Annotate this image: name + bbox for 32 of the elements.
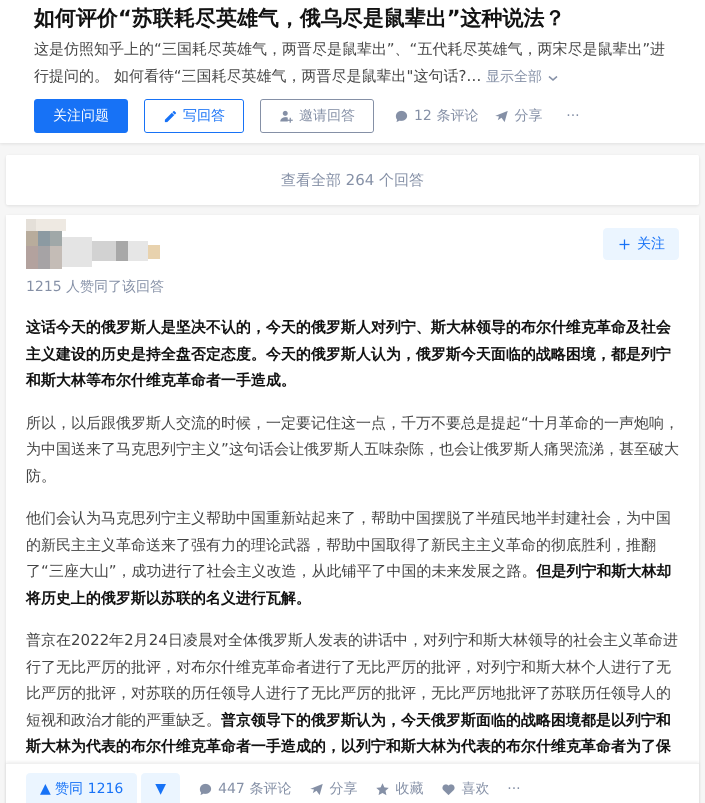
- comments-button[interactable]: 447 条评论: [198, 779, 292, 800]
- more-button[interactable]: ···: [507, 779, 521, 800]
- question-excerpt: 这是仿照知乎上的“三国耗尽英雄气，两晋尽是鼠辈出”、“五代耗尽英雄气，两宋尽是鼠辈出”进行提问的。 如何看待“三国耗尽英雄气，两晋尽是鼠辈出"这句话?… 显示全部: [34, 36, 679, 91]
- more-button[interactable]: ···: [566, 106, 580, 126]
- answer-paragraph: 普京在2022年2月24日凌晨对全体俄罗斯人发表的讲话中，对列宁和斯大林领导的社会主义革命进行了无比严厉的批评，对布尔什维克革命者进行了无比严厉的批评，对列宁和斯大林个人进行了无比严厉的批评，对苏联的历任领导人进行了无比严厉的批评，无比严厉地批评了苏联历任领导人的短视和政治才能的严重缺乏。普京领导下的俄罗斯认为，今天俄罗斯面临的战略困境都是以列宁和斯大林为代表的布尔什维克革命者一手造成的，以列宁和斯大林为代表的布尔什维克革命者为了保: [26, 630, 679, 757]
- share-icon: [494, 108, 510, 124]
- show-all-link[interactable]: 显示全部: [486, 64, 560, 91]
- share-icon: [309, 782, 324, 797]
- question-title: 如何评价“苏联耗尽英雄气，俄乌尽是鼠辈出”这种说法？: [34, 5, 567, 32]
- upvote-note: 1215 人赞同了该回答: [26, 278, 166, 297]
- view-all-answers-button[interactable]: 查看全部 264 个回答: [6, 155, 699, 205]
- share-button[interactable]: 分享: [494, 106, 542, 126]
- upvote-button[interactable]: ▲ 赞同 1216: [26, 772, 138, 803]
- plus-icon: [617, 236, 632, 252]
- pencil-icon: [163, 108, 178, 124]
- heart-icon: [441, 782, 456, 797]
- comment-icon: [394, 108, 409, 124]
- star-icon: [375, 782, 390, 797]
- favorite-button[interactable]: 收藏: [375, 779, 424, 800]
- invite-answer-button[interactable]: 邀请回答: [260, 99, 374, 133]
- downvote-button[interactable]: ▼: [141, 772, 180, 803]
- share-button[interactable]: 分享: [309, 779, 358, 800]
- comments-button[interactable]: 12 条评论: [394, 106, 478, 126]
- answer-paragraph: 所以，以后跟俄罗斯人交流的时候，一定要记住这一点，千万不要总是提起“十月革命的一声炮响，为中国送来了马克思列宁主义”这句话会让俄罗斯人五味杂陈，也会让俄罗斯人痛哭流涕，甚至破大防。: [26, 412, 679, 486]
- answer-paragraph: 他们会认为马克思列宁主义帮助中国重新站起来了，帮助中国摆脱了半殖民地半封建社会，为中国的新民主主义革命送来了强有力的理论武器，帮助中国取得了新民主主义革命的彻底胜利，推翻了“三座大山”，成功进行了社会主义改造，从此铺平了中国的未来发展之路。但是列宁和斯大林却将历史上的俄罗斯以苏联的名义进行瓦解。: [26, 508, 673, 608]
- write-answer-button[interactable]: 写回答: [144, 99, 244, 133]
- like-button[interactable]: 喜欢: [441, 779, 490, 800]
- comment-icon: [198, 782, 214, 797]
- follow-button[interactable]: 关注: [603, 228, 679, 260]
- invite-person-icon: [279, 108, 294, 124]
- answer-paragraph: 这话今天的俄罗斯人是坚决不认的，今天的俄罗斯人对列宁、斯大林领导的布尔什维克革命及社会主义建设的历史是持全盘否定态度。今天的俄罗斯人认为，俄罗斯今天面临的战略困境，都是列宁和斯大林等布尔什维克革命者一手造成。: [26, 317, 672, 391]
- follow-question-button[interactable]: 关注问题: [34, 99, 128, 133]
